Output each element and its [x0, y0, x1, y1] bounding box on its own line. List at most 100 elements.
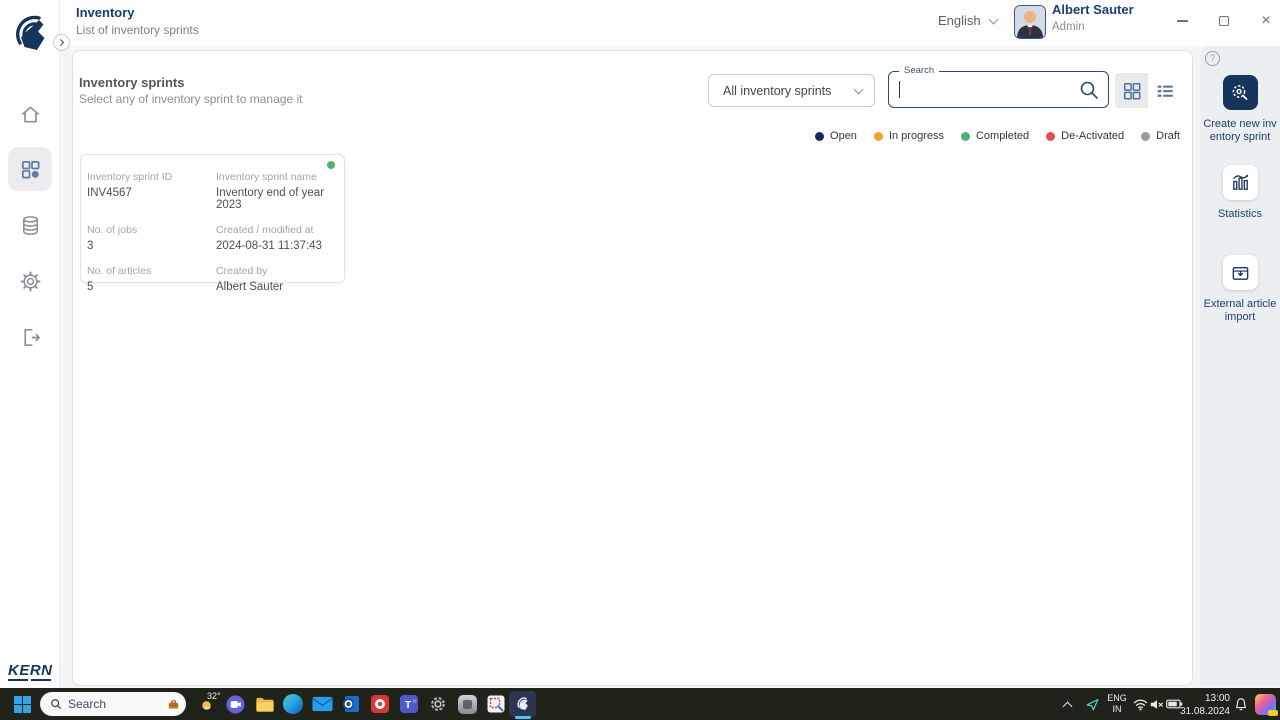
tray-notifications[interactable]	[1232, 692, 1250, 716]
external-import-action[interactable]: External article import	[1200, 255, 1280, 324]
search-icon	[50, 698, 62, 710]
taskbar-settings[interactable]	[426, 692, 450, 716]
tray-language-indicator[interactable]: ENG IN	[1104, 692, 1130, 716]
language-selector[interactable]: English	[938, 13, 997, 28]
kern-app-icon	[515, 696, 531, 713]
taskbar-pinned-app-red[interactable]	[368, 692, 392, 716]
app-window: Inventory List of inventory sprints Engl…	[0, 0, 1280, 688]
taskbar-teams[interactable]: T	[397, 692, 421, 716]
language-value: English	[938, 13, 981, 28]
status-dot-open	[815, 132, 824, 141]
content-heading: Inventory sprints	[79, 75, 184, 90]
statistics-action[interactable]: Statistics	[1200, 165, 1280, 221]
gray-app-icon	[458, 695, 477, 714]
card-field-jobs: No. of jobs 3	[87, 224, 216, 252]
maximize-button[interactable]	[1210, 8, 1238, 34]
content-subheading: Select any of inventory sprint to manage…	[79, 92, 302, 106]
card-fields: Inventory sprint ID INV4567 Inventory sp…	[87, 171, 339, 293]
sprint-filter-value: All inventory sprints	[723, 84, 855, 98]
external-import-button[interactable]	[1223, 255, 1258, 290]
page-subtitle: List of inventory sprints	[76, 23, 199, 37]
logout-icon	[19, 326, 42, 349]
user-name: Albert Sauter	[1052, 2, 1134, 17]
avatar[interactable]	[1014, 5, 1046, 39]
tray-volume[interactable]	[1147, 692, 1165, 716]
home-icon	[19, 103, 42, 126]
search-field-label: Search	[899, 65, 939, 76]
inventory-sprint-card[interactable]: Inventory sprint ID INV4567 Inventory sp…	[80, 154, 345, 283]
taskbar-active-kern-app[interactable]	[509, 691, 536, 717]
copilot-icon	[1255, 694, 1276, 715]
search-icon[interactable]	[1078, 79, 1100, 101]
taskbar-search[interactable]: Search	[40, 692, 186, 716]
tray-time: 13:00	[1178, 693, 1230, 706]
user-block[interactable]: Albert Sauter Admin	[1052, 2, 1134, 33]
minimize-button[interactable]	[1168, 8, 1196, 34]
card-field-created-by: Created by Albert Sauter	[216, 265, 339, 293]
taskbar-mail-app[interactable]	[310, 692, 334, 716]
taskbar-edge-browser[interactable]	[281, 692, 305, 716]
sidebar-item-settings[interactable]	[8, 259, 52, 303]
sidebar-item-inventory[interactable]	[8, 147, 52, 191]
status-dot-de-activated	[1046, 132, 1055, 141]
mail-icon	[312, 696, 333, 712]
legend-item-de-activated: De-Activated	[1046, 130, 1124, 142]
search-highlight-icon	[164, 695, 183, 714]
status-legend: Open In progress Completed De-Activated …	[815, 130, 1180, 142]
top-bar: Inventory List of inventory sprints Engl…	[0, 0, 1280, 46]
lang-line-2: IN	[1113, 704, 1122, 715]
tray-overflow-button[interactable]	[1058, 692, 1076, 716]
sidebar-item-database[interactable]	[8, 203, 52, 247]
external-import-label: External article import	[1202, 298, 1278, 324]
search-field: Search	[888, 71, 1109, 108]
taskbar-file-explorer[interactable]	[252, 692, 276, 716]
weather-widget[interactable]: 32°	[194, 692, 218, 716]
close-button[interactable]: ×	[1252, 8, 1280, 34]
help-icon[interactable]: ?	[1205, 51, 1220, 66]
page-title: Inventory	[76, 5, 199, 20]
taskbar-chat-app[interactable]	[223, 692, 247, 716]
card-field-articles: No. of articles 5	[87, 265, 216, 293]
lang-line-1: ENG	[1107, 693, 1127, 704]
list-view-button[interactable]	[1148, 73, 1181, 108]
tray-nearby-share[interactable]	[1082, 692, 1102, 716]
taskbar-app-gray[interactable]	[455, 692, 479, 716]
gear-icon	[19, 270, 42, 293]
view-toggle	[1115, 73, 1182, 108]
tray-copilot-widget[interactable]	[1253, 692, 1277, 716]
tray-clock[interactable]: 13:00 31.08.2024	[1178, 693, 1230, 718]
chevron-up-icon	[1062, 701, 1072, 711]
create-sprint-button[interactable]	[1223, 75, 1258, 110]
folder-icon	[254, 694, 275, 715]
wifi-icon	[1133, 698, 1148, 711]
chevron-down-icon	[988, 14, 998, 24]
window-controls: ×	[1168, 8, 1280, 34]
create-sprint-action[interactable]: Create new inventory sprint	[1200, 75, 1280, 144]
app-logo-touch-icon	[9, 12, 53, 58]
text-caret	[899, 81, 900, 98]
teams-icon: T	[399, 694, 419, 714]
legend-item-open: Open	[815, 130, 857, 142]
create-sprint-icon	[1230, 83, 1250, 103]
card-field-sprint-id: Inventory sprint ID INV4567	[87, 171, 216, 211]
sprint-filter-dropdown[interactable]: All inventory sprints	[708, 74, 875, 107]
taskbar-snipping-app[interactable]	[484, 692, 508, 716]
weather-temp: 32°	[207, 691, 221, 702]
create-sprint-label: Create new inventory sprint	[1202, 118, 1278, 144]
search-input[interactable]	[897, 76, 1072, 102]
grid-view-button[interactable]	[1115, 73, 1148, 108]
avatar-image	[1015, 6, 1045, 38]
start-button[interactable]	[10, 692, 34, 716]
sidebar-item-logout[interactable]	[8, 315, 52, 359]
statistics-label: Statistics	[1202, 208, 1278, 221]
card-status-dot	[327, 161, 335, 169]
statistics-button[interactable]	[1223, 165, 1258, 200]
import-box-icon	[1230, 262, 1251, 283]
paper-plane-icon	[1085, 697, 1100, 712]
taskbar-outlook[interactable]	[339, 692, 363, 716]
outlook-icon	[341, 694, 361, 714]
sidebar-expand-button[interactable]	[53, 34, 70, 51]
sidebar-item-home[interactable]	[8, 92, 52, 136]
kern-logo-text: KERN	[8, 662, 56, 679]
kern-logo-underline	[8, 679, 28, 681]
